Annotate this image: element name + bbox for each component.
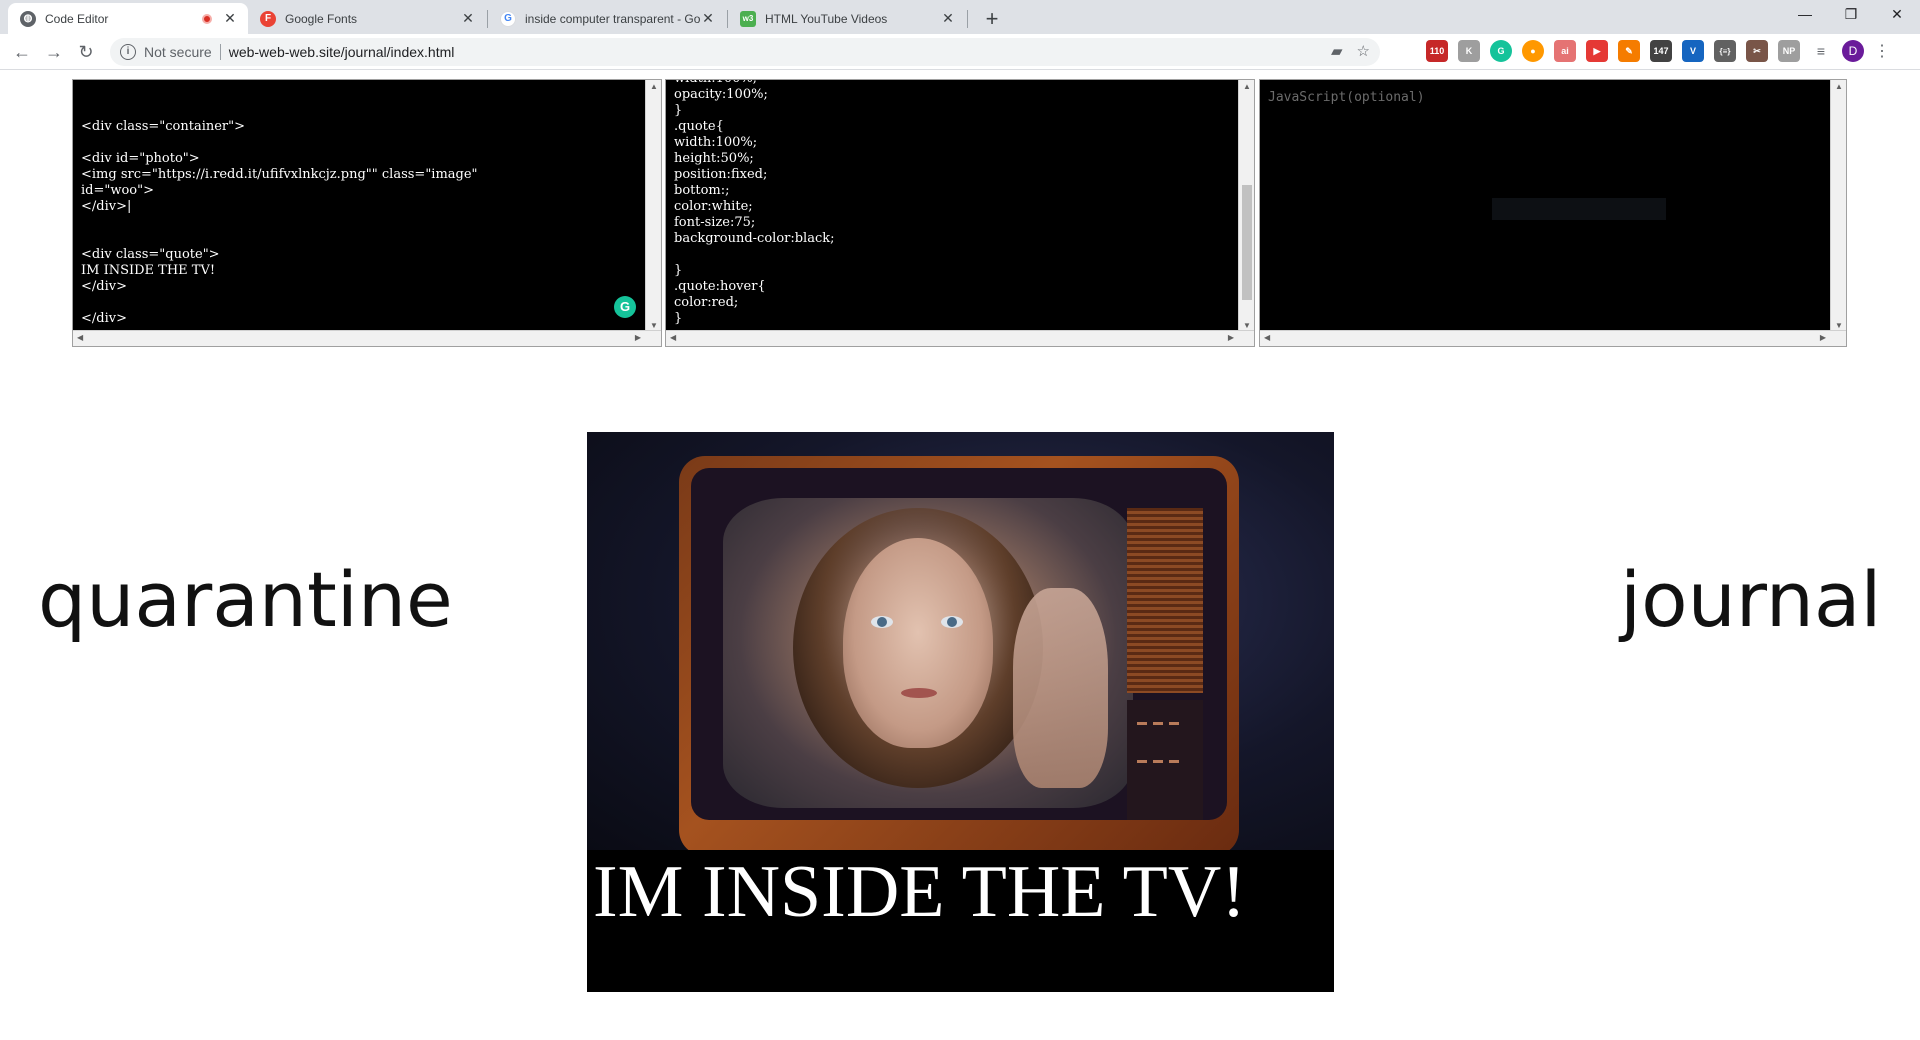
html-code[interactable]: <div class="container"> <div id="photo">… [81, 103, 478, 327]
js-editor[interactable]: JavaScript(optional) ▲ ▼ ◀ ▶ [1259, 79, 1847, 347]
extension-icon[interactable]: 110 [1426, 40, 1448, 62]
extension-icon[interactable]: ● [1522, 40, 1544, 62]
extension-icon[interactable]: ✂ [1746, 40, 1768, 62]
close-tab-icon[interactable]: ✕ [460, 10, 476, 27]
tab-title: HTML YouTube Videos [765, 11, 888, 26]
google-fonts-icon: F [260, 10, 276, 27]
chrome-menu-icon[interactable]: ⋮ [1874, 41, 1890, 61]
restore-button[interactable]: ❐ [1828, 0, 1874, 30]
tv-set [679, 456, 1239, 852]
tab-title: Google Fonts [285, 11, 358, 26]
extension-icon[interactable]: K [1458, 40, 1480, 62]
close-tab-icon[interactable]: ✕ [940, 10, 956, 27]
vertical-scrollbar[interactable]: ▲ ▼ [1238, 80, 1254, 332]
html-editor[interactable]: <div class="container"> <div id="photo">… [72, 79, 662, 347]
extension-icon[interactable]: ai [1554, 40, 1576, 62]
tab-strip: ◍ Code Editor ✕ F Google Fonts ✕ G insid… [0, 0, 1920, 34]
recording-icon [202, 13, 212, 24]
speaker-grille [1127, 508, 1203, 693]
horizontal-scrollbar[interactable]: ◀ ▶ [666, 330, 1254, 346]
bookmark-star-icon[interactable]: ☆ [1357, 42, 1370, 60]
grammarly-extension-icon[interactable]: G [1490, 40, 1512, 62]
info-icon[interactable]: i [120, 44, 136, 60]
tv-screen [723, 498, 1133, 808]
extension-icon[interactable]: {≡} [1714, 40, 1736, 62]
eye-shape [941, 616, 963, 628]
js-placeholder: JavaScript(optional) [1268, 90, 1425, 105]
globe-icon: ◍ [20, 10, 36, 27]
vertical-scrollbar[interactable]: ▲ ▼ [645, 80, 661, 332]
tab-title: inside computer transparent - Go [525, 11, 700, 26]
mouth-shape [901, 688, 937, 698]
tab-google-fonts[interactable]: F Google Fonts ✕ [248, 3, 486, 34]
extension-icon[interactable]: 147 [1650, 40, 1672, 62]
grammarly-icon[interactable]: G [614, 296, 636, 318]
eye-shape [871, 616, 893, 628]
tv-photo [587, 432, 1334, 852]
right-word: journal [1620, 555, 1882, 644]
tab-inside-computer[interactable]: G inside computer transparent - Go ✕ [488, 3, 726, 34]
vertical-scrollbar[interactable]: ▲ ▼ [1830, 80, 1846, 332]
tab-code-editor[interactable]: ◍ Code Editor ✕ [8, 3, 248, 34]
tab-html-youtube[interactable]: w3 HTML YouTube Videos ✕ [728, 3, 966, 34]
google-icon: G [500, 10, 516, 27]
left-word: quarantine [38, 555, 453, 644]
security-label: Not secure [144, 44, 212, 60]
omnibox-divider [219, 44, 221, 60]
menu-extension-icon[interactable]: ≡ [1810, 40, 1832, 62]
tab-title: Code Editor [45, 11, 109, 26]
extension-icon[interactable]: V [1682, 40, 1704, 62]
address-bar[interactable]: i Not secure web-web-web.site/journal/in… [110, 38, 1380, 66]
profile-avatar[interactable]: D [1842, 40, 1864, 62]
hand-shape [1013, 588, 1108, 788]
face-shape [843, 538, 993, 748]
url-text[interactable]: web-web-web.site/journal/index.html [229, 44, 455, 60]
new-tab-button[interactable]: + [978, 6, 1006, 34]
horizontal-scrollbar[interactable]: ◀ ▶ [73, 330, 661, 346]
faint-overlay [1492, 198, 1666, 220]
camera-icon[interactable]: ▰ [1331, 42, 1343, 60]
forward-button[interactable]: → [42, 40, 66, 64]
w3schools-icon: w3 [740, 10, 756, 27]
quote-text[interactable]: IM INSIDE THE TV! [593, 850, 1246, 935]
close-tab-icon[interactable]: ✕ [222, 10, 238, 27]
close-tab-icon[interactable]: ✕ [700, 10, 716, 27]
css-code[interactable]: width:100%; opacity:100%; } .quote{ widt… [674, 80, 835, 327]
reload-button[interactable]: ↻ [74, 40, 98, 64]
tv-bezel [691, 468, 1227, 820]
control-panel [1127, 700, 1203, 820]
extension-icon[interactable]: ✎ [1618, 40, 1640, 62]
horizontal-scrollbar[interactable]: ◀ ▶ [1260, 330, 1846, 346]
close-window-button[interactable]: ✕ [1874, 0, 1920, 30]
youtube-extension-icon[interactable]: ▶ [1586, 40, 1608, 62]
extensions-bar: 110 K G ● ai ▶ ✎ 147 V {≡} ✂ NP ≡ D ⋮ [1426, 40, 1890, 62]
minimize-button[interactable]: — [1782, 0, 1828, 30]
extension-icon[interactable]: NP [1778, 40, 1800, 62]
back-button[interactable]: ← [10, 40, 34, 64]
css-editor[interactable]: width:100%; opacity:100%; } .quote{ widt… [665, 79, 1255, 347]
tab-separator [967, 10, 968, 28]
